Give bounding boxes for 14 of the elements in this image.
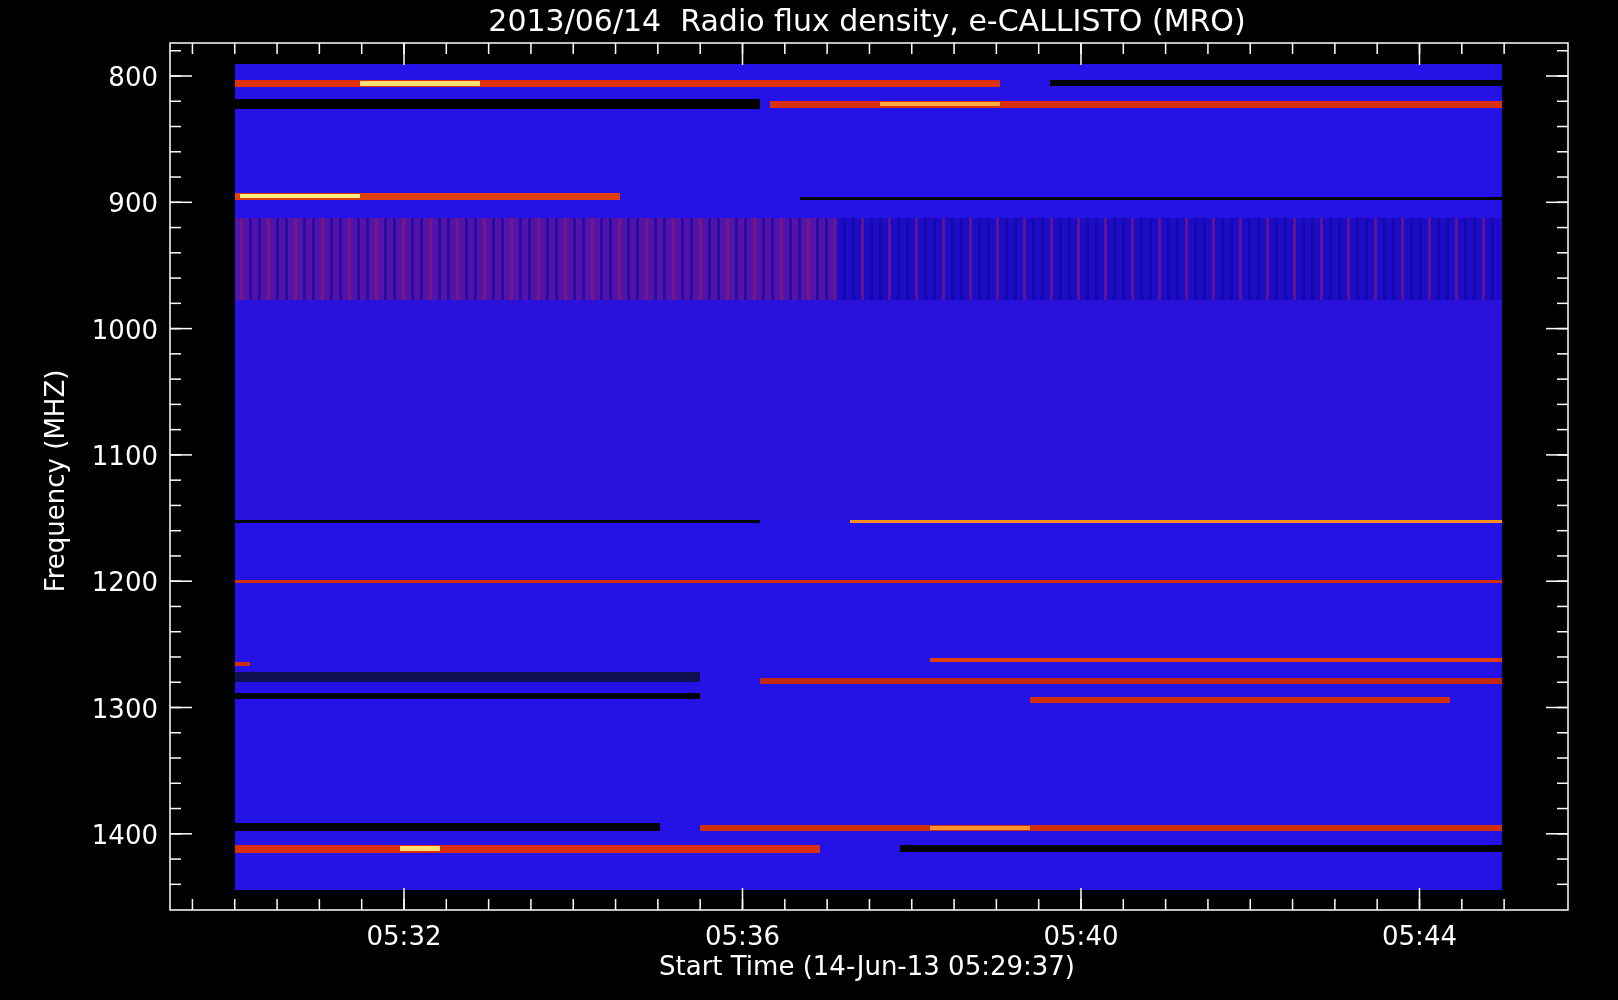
- y-tick-label: 1100: [91, 440, 158, 471]
- y-tick-label: 900: [108, 188, 158, 219]
- y-tick-label: 800: [108, 62, 158, 92]
- y-tick-label: 1000: [91, 314, 158, 345]
- x-tick-label: 05:32: [366, 921, 442, 951]
- y-tick-label: 1200: [91, 567, 158, 598]
- y-tick-label: 1300: [91, 693, 158, 724]
- x-tick-label: 05:36: [705, 921, 780, 951]
- x-axis-label: Start Time (14-Jun-13 05:29:37): [659, 951, 1075, 981]
- x-tick-label: 05:40: [1043, 921, 1119, 951]
- x-tick-label: 05:44: [1382, 921, 1457, 951]
- chart-title: 2013/06/14 Radio flux density, e-CALLISTO (MRO): [488, 3, 1246, 38]
- y-tick-label: 1400: [91, 819, 158, 850]
- y-axis-label: Frequency (MHZ): [40, 369, 70, 593]
